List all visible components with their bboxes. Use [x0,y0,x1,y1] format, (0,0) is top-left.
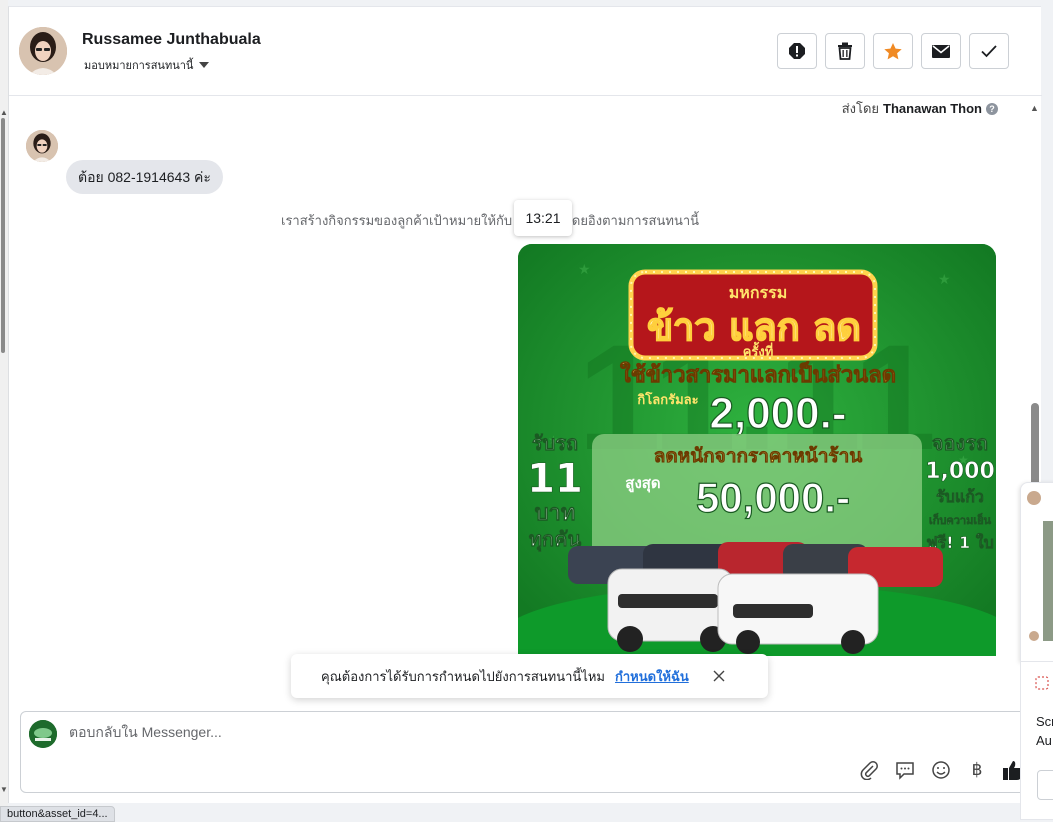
status-bar-url: button&asset_id=4... [0,806,115,822]
reply-composer: ฿ [20,711,1035,793]
chevron-down-icon [199,62,210,68]
sent-by-prefix: ส่งโดย [841,101,880,116]
reply-input[interactable] [69,724,969,740]
promo-max-label: สูงสุด [625,474,660,493]
left-scrollbar[interactable]: ▲ ▼ [0,0,8,822]
sent-by-label: ส่งโดย Thanawan Thon ? [842,98,998,119]
promo-discount-line: ลดหนักจากราคาหน้าร้าน [654,445,863,467]
promo-right-line-4: เก็บความเย็น [929,513,992,527]
conversation-actions [777,33,1009,69]
side-panel-line-1: Scr [1036,714,1053,729]
close-icon[interactable] [713,670,725,682]
spam-icon [789,43,805,59]
conversation-header: Russamee Junthabuala มอบหมายการสนทนานี้ [9,7,1042,96]
payment-button[interactable]: ฿ [966,759,988,781]
message-avatar [26,130,58,162]
checkmark-icon [981,45,997,58]
saved-replies-button[interactable] [894,759,916,781]
scroll-up-arrow-icon[interactable]: ▲ [1030,103,1039,113]
message-thread[interactable]: ส่งโดย Thanawan Thon ? ต้อย 082-1914643 … [9,96,1042,706]
promo-image[interactable]: ★ ★ ★ ★ ★ 11.11 มหกรรม ข้าว แลก ลด ครั้ง… [518,244,996,656]
chat-bubble-icon [896,762,914,780]
trash-icon [838,42,852,60]
promo-per-kg-value: 2,000.- [710,389,847,438]
delete-button[interactable] [825,33,865,69]
side-avatar [1027,491,1041,505]
mark-spam-button[interactable] [777,33,817,69]
side-avatar-small [1029,631,1039,641]
star-icon [884,42,902,59]
contact-name[interactable]: Russamee Junthabuala [82,31,261,49]
star-button[interactable] [873,33,913,69]
side-thumbnail [1043,521,1053,641]
smiley-icon [932,761,950,779]
assign-conversation-label: มอบหมายการสนทนานี้ [84,60,194,72]
thread-scrollbar-thumb[interactable] [1031,403,1039,491]
svg-text:★: ★ [938,271,951,287]
assign-prompt-toast: คุณต้องการได้รับการกำหนดไปยังการสนทนานี้… [291,654,768,698]
side-panel-icon [1035,676,1049,690]
assign-prompt-text: คุณต้องการได้รับการกำหนดไปยังการสนทนานี้… [321,668,605,684]
promo-title-big: ข้าว แลก ลด [647,305,861,349]
scroll-down-arrow-icon[interactable]: ▼ [0,785,8,794]
promo-left-line-3: บาท [535,501,576,526]
baht-icon: ฿ [971,760,983,780]
mail-icon [932,44,950,58]
composer-tools: ฿ [858,759,1024,781]
conversation-panel: Russamee Junthabuala มอบหมายการสนทนานี้ [8,6,1042,803]
side-panel-line-2: Au [1036,733,1052,748]
promo-left-line-1: รับรถ [532,431,578,455]
svg-text:★: ★ [578,261,591,277]
contact-avatar[interactable] [19,27,67,75]
promo-headline: ใช้ข้าวสารมาแลกเป็นส่วนลด [620,360,896,388]
attach-button[interactable] [858,759,880,781]
help-icon[interactable]: ? [986,102,998,115]
side-preview-card[interactable] [1020,482,1053,662]
side-panel-button[interactable] [1037,770,1053,800]
system-note: เราสร้างกิจกรรมของลูกค้าเป้าหมายให้กับ อ… [281,213,700,228]
promo-right-line-2: 1,000 [925,459,995,484]
sender-name[interactable]: Thanawan Thon [883,101,982,116]
mark-unread-button[interactable] [921,33,961,69]
promo-max-value: 50,000.- [696,474,850,521]
promo-right-line-1: จองรถ [932,431,988,455]
emoji-button[interactable] [930,759,952,781]
mark-done-button[interactable] [969,33,1009,69]
paperclip-icon [860,761,878,780]
promo-title-small: มหกรรม [729,283,788,302]
assign-to-me-link[interactable]: กำหนดให้ฉัน [615,666,689,687]
page-avatar [29,720,57,748]
promo-artwork: ★ ★ ★ ★ ★ 11.11 มหกรรม ข้าว แลก ลด ครั้ง… [518,244,996,656]
promo-per-kg-label: กิโลกรัมละ [637,391,698,408]
promo-right-line-3: รับแก้ว [936,487,984,506]
incoming-message-bubble[interactable]: ต้อย 082-1914643 ค่ะ [66,160,223,194]
assign-conversation-dropdown[interactable]: มอบหมายการสนทนานี้ [84,56,210,74]
timestamp-tooltip: 13:21 [514,200,572,236]
promo-left-line-2: 11 [527,456,583,502]
side-panel: Scr Au [1020,662,1053,820]
left-scrollbar-thumb[interactable] [1,118,5,353]
scroll-up-arrow-icon[interactable]: ▲ [0,108,8,117]
